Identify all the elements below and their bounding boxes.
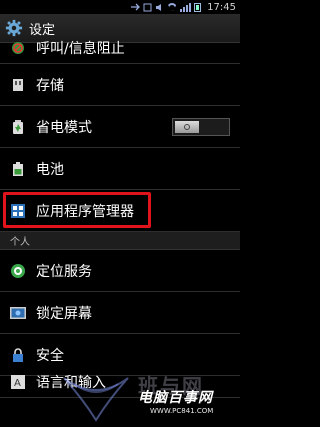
settings-item-label: 定位服务: [36, 263, 92, 280]
usb-icon: [131, 3, 141, 10]
settings-item-label: 电池: [36, 161, 64, 178]
call-block-icon: [10, 40, 26, 56]
status-bar: 17:45: [0, 0, 240, 14]
section-header-personal: 个人: [0, 232, 240, 250]
security-icon: [10, 347, 26, 363]
settings-item-label: 呼叫/信息阻止: [36, 41, 125, 57]
lock-screen-icon: [10, 305, 26, 321]
highlight-box: [3, 192, 151, 228]
storage-icon: [10, 77, 26, 93]
settings-item-label: 语言和输入: [36, 375, 106, 391]
status-time: 17:45: [207, 1, 236, 13]
battery-icon: [10, 161, 26, 177]
settings-item-lock-screen[interactable]: 锁定屏幕: [0, 292, 240, 334]
power-saving-toggle[interactable]: [172, 118, 230, 136]
settings-item-label: 存储: [36, 77, 64, 94]
settings-item-battery[interactable]: 电池: [0, 148, 240, 190]
status-icons: [130, 2, 202, 12]
mute-icon: [156, 3, 162, 11]
battery-status-icon: [194, 2, 202, 12]
settings-item-storage[interactable]: 存储: [0, 64, 240, 106]
power-saving-icon: [10, 119, 26, 135]
language-icon: A: [10, 374, 26, 390]
notification-icon: [143, 3, 152, 11]
toggle-knob: [175, 121, 199, 133]
page-title: 设定: [29, 22, 56, 38]
settings-item-security[interactable]: 安全: [0, 334, 240, 376]
settings-item-call-block[interactable]: 呼叫/信息阻止: [0, 40, 240, 64]
signal-icon: [180, 2, 192, 12]
settings-list: 呼叫/信息阻止 存储 省电模式 电池 应用程序管理器 个人 定位服务 锁定屏幕 …: [0, 40, 240, 398]
settings-item-app-manager[interactable]: 应用程序管理器: [0, 190, 240, 232]
settings-gear-icon[interactable]: [5, 19, 23, 37]
wifi-icon: [167, 3, 177, 11]
settings-item-location[interactable]: 定位服务: [0, 250, 240, 292]
settings-item-language[interactable]: A 语言和输入: [0, 374, 240, 398]
svg-text:A: A: [14, 378, 21, 389]
settings-item-label: 锁定屏幕: [36, 305, 92, 322]
watermark-url: WWW.PC841.COM: [150, 407, 214, 415]
settings-item-label: 省电模式: [36, 119, 92, 136]
location-icon: [10, 263, 26, 279]
settings-item-label: 安全: [36, 347, 64, 364]
settings-item-power-saving[interactable]: 省电模式: [0, 106, 240, 148]
